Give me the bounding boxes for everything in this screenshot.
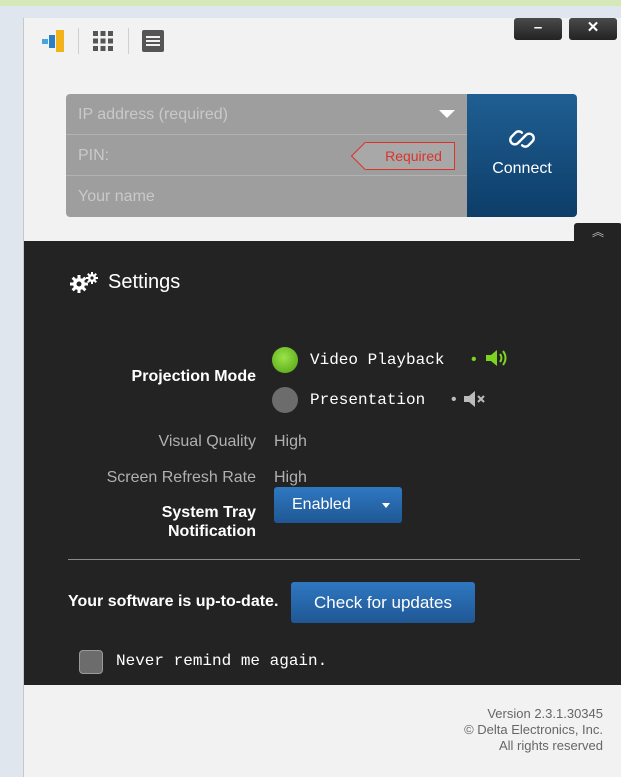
screen-refresh-label: Screen Refresh Rate (106, 469, 256, 486)
app-window: – ✕ IP address (required) PIN: Required … (23, 18, 621, 777)
ip-address-field[interactable]: IP address (required) (66, 94, 467, 135)
connection-fields: IP address (required) PIN: Required Your… (66, 94, 467, 217)
collapse-button[interactable]: ︽ (574, 223, 621, 241)
system-tray-label: System Tray Notification (162, 503, 256, 541)
toolbar-separator (128, 28, 129, 54)
dot-separator: • (471, 351, 477, 368)
radio-video-playback[interactable] (272, 347, 298, 373)
speaker-muted-icon (462, 388, 488, 415)
check-updates-button[interactable]: Check for updates (291, 582, 475, 623)
system-tray-value: Enabled (292, 496, 351, 513)
dot-separator: • (451, 391, 457, 408)
required-tag: Required (365, 142, 455, 170)
app-logo-icon (38, 26, 68, 56)
connection-panel: IP address (required) PIN: Required Your… (66, 94, 577, 217)
minimize-button[interactable]: – (514, 18, 562, 40)
settings-title: Settings (108, 271, 181, 293)
pin-placeholder: PIN: (78, 147, 110, 164)
toolbar-separator (78, 28, 79, 54)
connect-label: Connect (492, 160, 552, 177)
dropdown-arrow-icon[interactable] (439, 110, 455, 118)
top-accent-bar (0, 0, 621, 6)
settings-heading: Settings (70, 271, 180, 294)
connect-button[interactable]: Connect (467, 94, 577, 217)
pin-field[interactable]: PIN: Required (66, 135, 467, 176)
ip-address-placeholder: IP address (required) (78, 106, 228, 123)
system-tray-dropdown[interactable]: Enabled (274, 487, 402, 523)
rights-text: All rights reserved (498, 738, 603, 753)
grid-icon[interactable] (88, 26, 118, 56)
settings-divider (68, 559, 580, 560)
copyright-text: © Delta Electronics, Inc. (464, 722, 603, 737)
visual-quality-value: High (274, 433, 307, 450)
caret-down-icon (382, 503, 390, 508)
speaker-on-icon (484, 347, 510, 374)
projection-mode-label: Projection Mode (131, 368, 256, 385)
never-remind-checkbox[interactable] (79, 650, 103, 674)
visual-quality-label: Visual Quality (158, 433, 256, 450)
video-playback-label: Video Playback (310, 351, 445, 369)
double-chevron-up-icon: ︽ (591, 225, 604, 239)
footer: Version 2.3.1.30345 © Delta Electronics,… (464, 706, 603, 754)
toolbar: – ✕ (24, 18, 621, 64)
menu-icon[interactable] (138, 26, 168, 56)
screen-refresh-value: High (274, 469, 307, 486)
name-field[interactable]: Your name (66, 176, 467, 217)
gears-icon (70, 271, 98, 293)
presentation-label: Presentation (310, 391, 426, 409)
version-text: Version 2.3.1.30345 (487, 706, 603, 721)
system-tray-label-line2: Notification (168, 523, 256, 540)
never-remind-label: Never remind me again. (116, 652, 328, 670)
system-tray-label-line1: System Tray (161, 504, 256, 521)
update-status: Your software is up-to-date. (68, 593, 279, 610)
name-placeholder: Your name (78, 188, 155, 205)
close-button[interactable]: ✕ (569, 18, 617, 40)
settings-panel: Settings Projection Mode Video Playback … (24, 241, 621, 685)
radio-presentation[interactable] (272, 387, 298, 413)
link-icon (509, 130, 535, 148)
required-tag-label: Required (385, 148, 442, 164)
